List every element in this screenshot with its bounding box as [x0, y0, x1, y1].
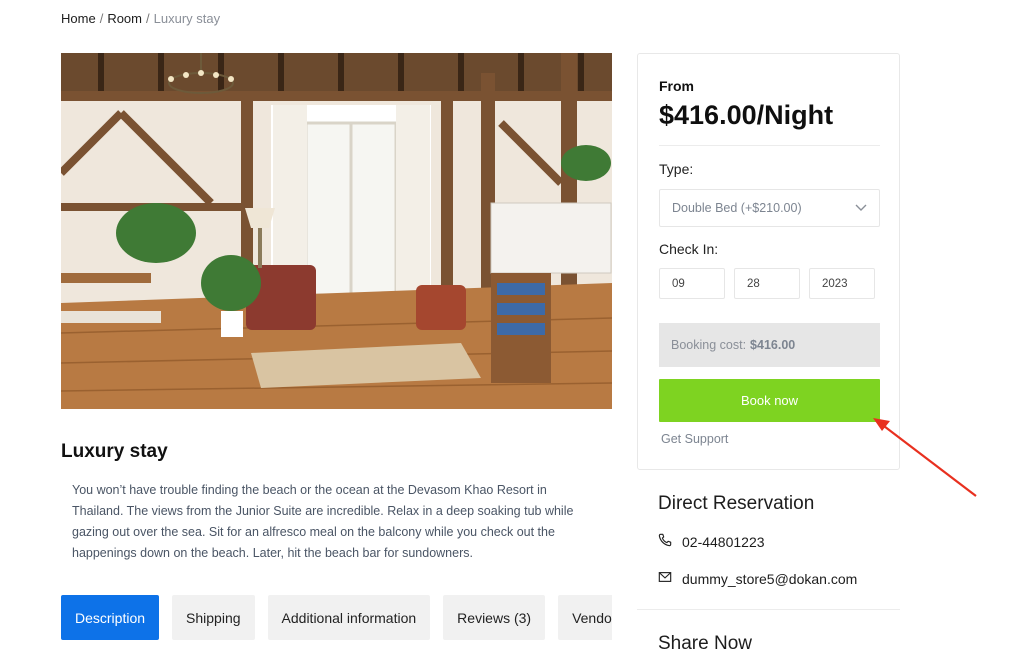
tab-reviews[interactable]: Reviews (3)	[443, 595, 546, 640]
type-label: Type:	[659, 161, 694, 177]
booking-cost-value: $416.00	[750, 338, 796, 352]
breadcrumb-separator: /	[99, 11, 104, 26]
product-tabs: Description Shipping Additional informat…	[61, 595, 612, 656]
direct-reservation-title: Direct Reservation	[658, 493, 815, 514]
divider	[659, 145, 880, 146]
check-in-month-field[interactable]: 09	[659, 268, 725, 299]
breadcrumb-separator: /	[146, 11, 150, 26]
phone-icon	[658, 533, 672, 550]
booking-card: From $416.00/Night Type: Double Bed (+$2…	[637, 53, 900, 470]
tab-description[interactable]: Description	[61, 595, 160, 640]
share-now-title: Share Now	[658, 633, 752, 654]
breadcrumb-current: Luxury stay	[153, 11, 221, 26]
booking-cost-label: Booking cost:	[671, 338, 747, 352]
page: Home / Room / Luxury stay Luxury stay Yo…	[0, 0, 1024, 656]
get-support-link[interactable]: Get Support	[661, 432, 728, 446]
breadcrumb-home[interactable]: Home	[61, 11, 96, 26]
product-description: You won’t have trouble finding the beach…	[72, 483, 574, 560]
tab-additional-information[interactable]: Additional information	[267, 595, 431, 640]
email-contact[interactable]: dummy_store5@dokan.com	[658, 570, 857, 587]
type-select-value: Double Bed (+$210.00)	[672, 201, 802, 215]
breadcrumb: Home / Room / Luxury stay	[61, 11, 220, 26]
price-per-night: $416.00/Night	[659, 100, 834, 130]
check-in-year-field[interactable]: 2023	[809, 268, 875, 299]
tab-vendor-info[interactable]: Vendor Info	[558, 595, 612, 640]
type-select[interactable]: Double Bed (+$210.00)	[659, 189, 880, 227]
phone-contact[interactable]: 02-44801223	[658, 533, 765, 550]
annotation-arrow-icon	[870, 415, 980, 505]
envelope-icon	[658, 570, 672, 587]
check-in-date: 09 28 2023	[659, 268, 875, 299]
check-in-day-field[interactable]: 28	[734, 268, 800, 299]
check-in-label: Check In:	[659, 241, 719, 257]
breadcrumb-room[interactable]: Room	[107, 11, 142, 26]
tab-shipping[interactable]: Shipping	[172, 595, 255, 640]
booking-cost: Booking cost: $416.00	[659, 323, 880, 367]
phone-number: 02-44801223	[682, 533, 765, 550]
email-address: dummy_store5@dokan.com	[682, 570, 858, 587]
room-photo-illustration	[61, 53, 612, 409]
divider	[637, 609, 900, 610]
price-from-label: From	[659, 78, 694, 94]
product-image[interactable]	[61, 53, 612, 409]
product-title: Luxury stay	[61, 441, 168, 462]
book-now-button[interactable]: Book now	[659, 379, 880, 422]
chevron-down-icon	[855, 201, 867, 215]
